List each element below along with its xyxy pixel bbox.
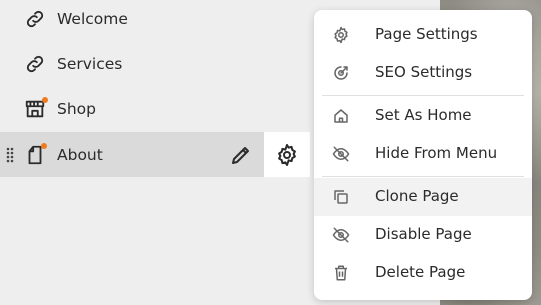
menu-divider [322,95,524,96]
menu-divider [322,176,524,177]
link-icon [24,8,46,30]
menu-item-set-as-home[interactable]: Set As Home [314,97,532,135]
notification-dot [42,97,48,103]
menu-item-label: Delete Page [375,263,466,281]
menu-item-label: Set As Home [375,106,472,124]
menu-item-hide-from-menu[interactable]: Hide From Menu [314,135,532,173]
sidebar-item-label: Welcome [57,9,128,28]
copy-icon [332,188,350,206]
menu-item-page-settings[interactable]: Page Settings [314,16,532,54]
seo-target-icon [332,64,350,82]
gear-icon [275,143,299,167]
menu-item-label: Disable Page [375,225,472,243]
sidebar-item-welcome[interactable]: Welcome [0,0,310,41]
menu-item-label: Page Settings [375,25,478,43]
menu-item-delete-page[interactable]: Delete Page [314,254,532,292]
menu-item-label: Clone Page [375,187,459,205]
sidebar-item-shop[interactable]: Shop [0,86,310,131]
link-icon [24,53,46,75]
sidebar-item-label: About [57,145,103,164]
menu-item-disable-page[interactable]: Disable Page [314,216,532,254]
drag-handle-icon[interactable] [5,146,15,164]
home-icon [332,107,350,125]
eye-off-icon [332,145,350,163]
page-settings-button[interactable] [264,132,310,177]
page-options-menu: Page Settings SEO Settings Set As Home H… [314,10,532,300]
edit-pencil-icon[interactable] [229,143,253,167]
sidebar-item-about[interactable]: About [0,132,264,177]
menu-item-label: SEO Settings [375,63,473,81]
sidebar-item-services[interactable]: Services [0,41,310,86]
menu-item-seo-settings[interactable]: SEO Settings [314,54,532,92]
menu-item-label: Hide From Menu [375,144,498,162]
trash-icon [332,264,350,282]
eye-off-icon [332,226,350,244]
notification-dot [41,143,47,149]
menu-item-clone-page[interactable]: Clone Page [314,178,532,216]
gear-icon [332,26,350,44]
sidebar-item-label: Shop [57,99,96,118]
sidebar-item-label: Services [57,54,123,73]
